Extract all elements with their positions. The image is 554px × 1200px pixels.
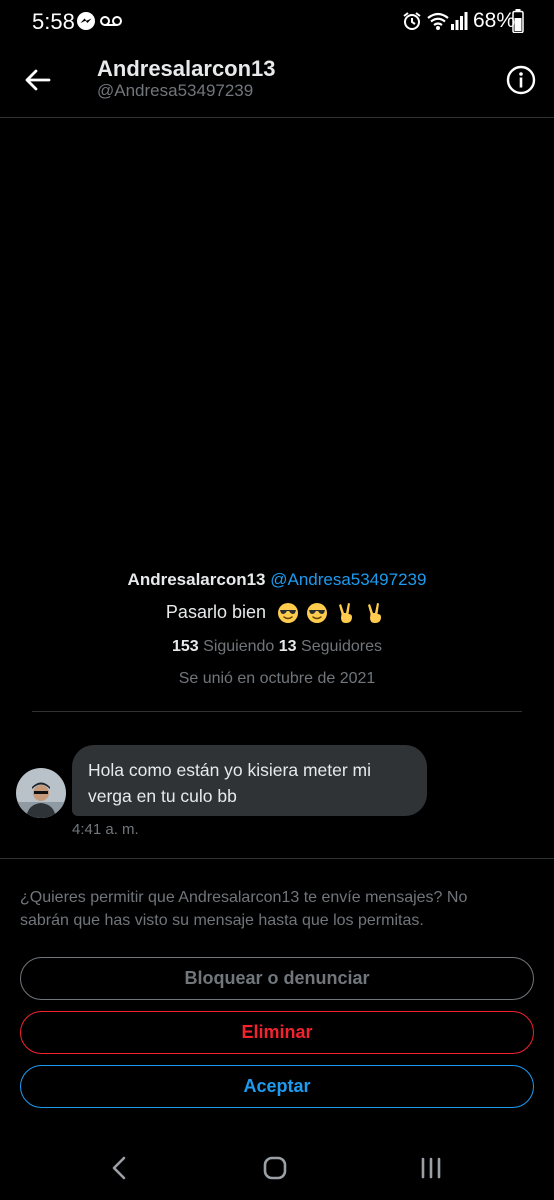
back-arrow-icon[interactable] (22, 64, 54, 96)
victory-hand-emoji-icon (368, 603, 382, 624)
signal-icon (451, 12, 468, 30)
profile-stats: 153 Siguiendo 13 Seguidores (0, 638, 554, 656)
info-icon[interactable] (506, 65, 536, 95)
message-timestamp: 4:41 a. m. (72, 821, 139, 838)
profile-name[interactable]: Andresalarcon13 (128, 570, 266, 589)
alarm-icon (403, 12, 421, 30)
following-count[interactable]: 153 (172, 638, 199, 655)
voicemail-icon (100, 16, 122, 26)
conversation-handle: @Andresa53497239 (97, 81, 254, 100)
messenger-icon (77, 12, 95, 30)
conversation-title: Andresalarcon13 (97, 56, 276, 81)
nav-recent-apps-icon[interactable] (418, 1156, 444, 1180)
accept-button[interactable]: Aceptar (20, 1065, 534, 1108)
battery-icon (512, 9, 524, 33)
message-bubble[interactable]: Hola como están yo kisiera meter mi verg… (72, 745, 427, 816)
profile-bio: Pasarlo bien (0, 602, 554, 624)
followers-count[interactable]: 13 (279, 638, 297, 655)
battery-percentage: 68% (473, 9, 516, 32)
sunglasses-emoji-icon (278, 603, 299, 624)
message-text: Hola como están yo kisiera meter mi verg… (88, 760, 372, 806)
following-label[interactable]: Siguiendo (203, 638, 274, 655)
sunglasses-emoji-icon (307, 603, 328, 624)
request-divider (0, 858, 554, 859)
victory-hand-emoji-icon (339, 603, 353, 624)
profile-handle[interactable]: @Andresa53497239 (270, 570, 426, 589)
delete-button[interactable]: Eliminar (20, 1011, 534, 1054)
bio-emoji-row (277, 602, 388, 624)
block-or-report-button[interactable]: Bloquear o denunciar (20, 957, 534, 1000)
header-divider (0, 117, 554, 118)
nav-back-icon[interactable] (108, 1152, 132, 1184)
message-request-prompt: ¿Quieres permitir que Andresalarcon13 te… (20, 889, 468, 929)
followers-label[interactable]: Seguidores (301, 638, 382, 655)
profile-divider (32, 711, 522, 712)
status-bar: 5:58 68% (0, 0, 554, 44)
joined-date: Se unió en octubre de 2021 (178, 670, 376, 687)
avatar[interactable] (16, 768, 66, 818)
status-time: 5:58 (32, 9, 75, 34)
nav-home-icon[interactable] (262, 1155, 288, 1181)
profile-name-line: Andresalarcon13 @Andresa53497239 (0, 570, 554, 590)
bio-text: Pasarlo bien (165, 602, 266, 622)
wifi-icon (427, 12, 449, 30)
